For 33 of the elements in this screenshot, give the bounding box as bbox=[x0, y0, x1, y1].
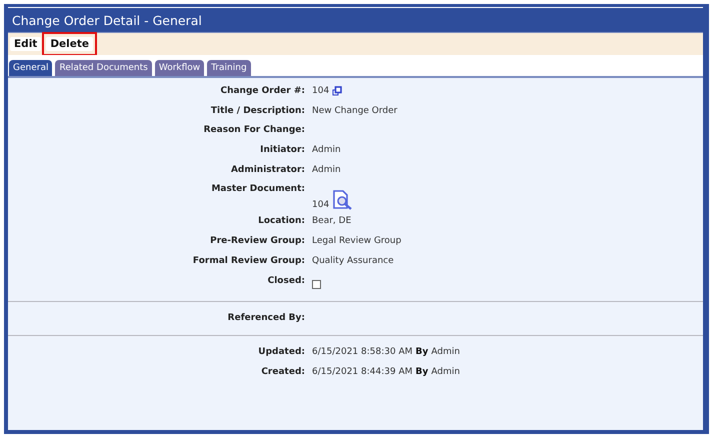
tab[interactable]: Training bbox=[207, 60, 251, 76]
field-label: Reason For Change: bbox=[202, 124, 305, 136]
field-label: Updated: bbox=[257, 346, 305, 358]
tab[interactable]: Related Documents bbox=[55, 60, 152, 76]
field-value: Legal Review Group bbox=[312, 236, 402, 246]
field-label: Created: bbox=[260, 366, 305, 378]
copy-icon[interactable] bbox=[332, 86, 342, 96]
edit-button[interactable]: Edit bbox=[10, 37, 42, 51]
document-search-icon[interactable] bbox=[332, 190, 354, 210]
field-label: Formal Review Group: bbox=[192, 254, 305, 266]
tab[interactable]: General bbox=[9, 60, 52, 76]
field-value: Quality Assurance bbox=[312, 256, 394, 266]
timestamp-text: 6/15/2021 8:44:39 AM By Admin bbox=[312, 366, 460, 378]
field-value: New Change Order bbox=[312, 106, 398, 116]
field-value: Bear, DE bbox=[312, 216, 352, 226]
timestamp-text: 6/15/2021 8:58:30 AM By Admin bbox=[312, 346, 460, 358]
field-label: Administrator: bbox=[230, 164, 305, 175]
delete-button[interactable]: Delete bbox=[46, 37, 94, 51]
field-label: Change Order #: bbox=[219, 85, 305, 96]
checkbox[interactable] bbox=[312, 280, 321, 288]
field-label: Referenced By: bbox=[226, 312, 305, 324]
field-value: Admin bbox=[312, 164, 341, 175]
window-title: Change Order Detail - General bbox=[12, 12, 202, 28]
field-label: Pre-Review Group: bbox=[209, 235, 305, 246]
field-label: Title / Description: bbox=[210, 104, 305, 116]
tab[interactable]: Workflow bbox=[154, 60, 204, 76]
field-label: Closed: bbox=[266, 274, 305, 286]
field-value: 104 bbox=[312, 86, 330, 96]
field-label: Initiator: bbox=[259, 144, 305, 156]
field-label: Location: bbox=[257, 215, 305, 226]
document-link[interactable]: 104 bbox=[312, 200, 330, 210]
field-value: Admin bbox=[312, 145, 341, 156]
field-label: Master Document: bbox=[210, 183, 305, 194]
